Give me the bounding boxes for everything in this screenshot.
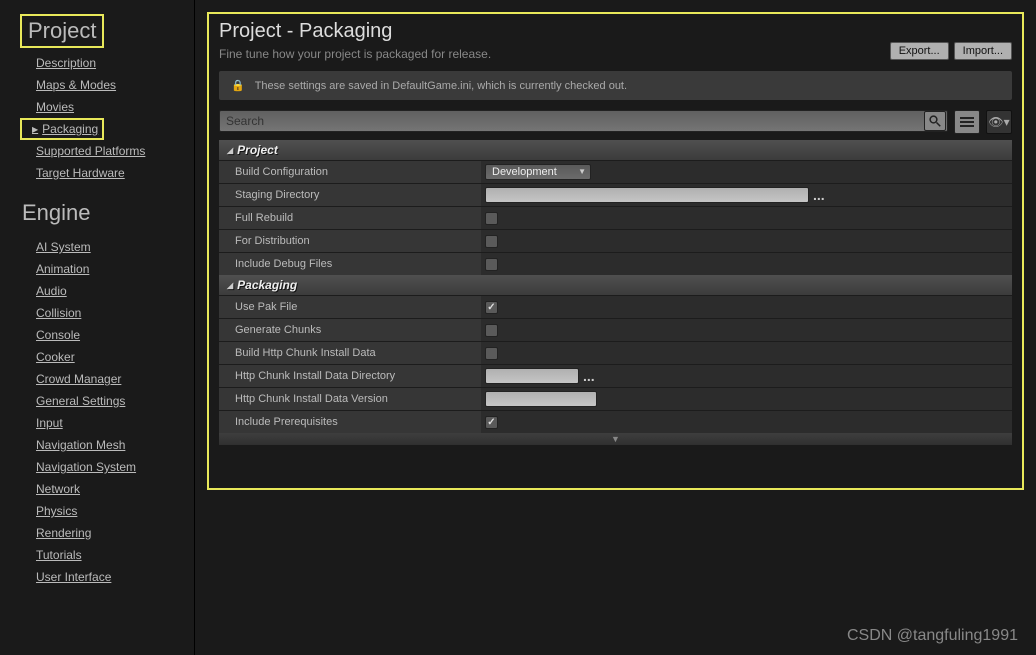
dropdown[interactable]: Development	[485, 164, 591, 180]
property-label: For Distribution	[219, 230, 481, 252]
sidebar-item-audio[interactable]: Audio	[20, 280, 194, 302]
property-value	[481, 230, 1012, 252]
checkbox[interactable]	[485, 212, 498, 225]
checkbox[interactable]	[485, 416, 498, 429]
text-input[interactable]	[485, 391, 597, 407]
sidebar-item-maps-modes[interactable]: Maps & Modes	[20, 74, 194, 96]
property-row: Include Debug Files	[219, 252, 1012, 275]
info-text: These settings are saved in DefaultGame.…	[255, 80, 627, 92]
sidebar-item-navigation-system[interactable]: Navigation System	[20, 456, 194, 478]
list-view-icon[interactable]	[954, 110, 980, 134]
sidebar: Project DescriptionMaps & ModesMoviesPack…	[0, 0, 195, 655]
property-value	[481, 253, 1012, 275]
property-row: For Distribution	[219, 229, 1012, 252]
sidebar-item-cooker[interactable]: Cooker	[20, 346, 194, 368]
property-value	[481, 296, 1012, 318]
property-row: Generate Chunks	[219, 318, 1012, 341]
page-title: Project - Packaging	[219, 20, 491, 43]
property-label: Staging Directory	[219, 184, 481, 206]
property-value	[481, 411, 1012, 433]
property-label: Http Chunk Install Data Version	[219, 388, 481, 410]
property-label: Generate Chunks	[219, 319, 481, 341]
property-row: Include Prerequisites	[219, 410, 1012, 433]
search-input[interactable]	[219, 110, 948, 132]
sidebar-item-ai-system[interactable]: AI System	[20, 236, 194, 258]
property-row: Staging Directory...	[219, 183, 1012, 206]
category-header: Project	[20, 14, 104, 48]
property-value: Development	[481, 161, 1012, 183]
property-value	[481, 388, 1012, 410]
sidebar-item-collision[interactable]: Collision	[20, 302, 194, 324]
main-area: Project - Packaging Fine tune how your p…	[195, 0, 1036, 655]
browse-button[interactable]: ...	[583, 371, 595, 381]
property-label: Include Prerequisites	[219, 411, 481, 433]
checkbox[interactable]	[485, 347, 498, 360]
sidebar-item-physics[interactable]: Physics	[20, 500, 194, 522]
property-label: Include Debug Files	[219, 253, 481, 275]
property-row: Full Rebuild	[219, 206, 1012, 229]
import-button[interactable]: Import...	[954, 42, 1012, 60]
property-value	[481, 319, 1012, 341]
sidebar-item-input[interactable]: Input	[20, 412, 194, 434]
property-row: Http Chunk Install Data Directory...	[219, 364, 1012, 387]
export-button[interactable]: Export...	[890, 42, 949, 60]
sidebar-item-movies[interactable]: Movies	[20, 96, 194, 118]
expand-section-icon[interactable]: ▼	[219, 433, 1012, 445]
sidebar-item-target-hardware[interactable]: Target Hardware	[20, 162, 194, 184]
section-header[interactable]: Packaging	[219, 275, 1012, 295]
sidebar-item-tutorials[interactable]: Tutorials	[20, 544, 194, 566]
sidebar-item-rendering[interactable]: Rendering	[20, 522, 194, 544]
sidebar-item-supported-platforms[interactable]: Supported Platforms	[20, 140, 194, 162]
property-row: Use Pak File	[219, 295, 1012, 318]
sidebar-item-navigation-mesh[interactable]: Navigation Mesh	[20, 434, 194, 456]
text-input[interactable]	[485, 187, 809, 203]
sidebar-item-network[interactable]: Network	[20, 478, 194, 500]
lock-icon: 🔒	[231, 79, 245, 92]
browse-button[interactable]: ...	[813, 190, 825, 200]
property-value	[481, 207, 1012, 229]
category-header: Engine	[20, 194, 194, 232]
sidebar-item-animation[interactable]: Animation	[20, 258, 194, 280]
checkbox[interactable]	[485, 301, 498, 314]
search-box	[219, 110, 948, 134]
property-label: Use Pak File	[219, 296, 481, 318]
settings-panel: Project - Packaging Fine tune how your p…	[207, 12, 1024, 490]
property-label: Full Rebuild	[219, 207, 481, 229]
sidebar-item-console[interactable]: Console	[20, 324, 194, 346]
property-label: Build Configuration	[219, 161, 481, 183]
sidebar-item-user-interface[interactable]: User Interface	[20, 566, 194, 588]
checkbox[interactable]	[485, 235, 498, 248]
checkbox[interactable]	[485, 324, 498, 337]
sidebar-item-crowd-manager[interactable]: Crowd Manager	[20, 368, 194, 390]
property-row: Build Http Chunk Install Data	[219, 341, 1012, 364]
watermark: CSDN @tangfuling1991	[847, 627, 1018, 645]
property-row: Build ConfigurationDevelopment	[219, 160, 1012, 183]
sidebar-item-packaging[interactable]: Packaging	[20, 118, 104, 140]
property-row: Http Chunk Install Data Version	[219, 387, 1012, 410]
text-input[interactable]	[485, 368, 579, 384]
page-subtitle: Fine tune how your project is packaged f…	[219, 47, 491, 61]
checkbox[interactable]	[485, 258, 498, 271]
property-label: Http Chunk Install Data Directory	[219, 365, 481, 387]
property-value	[481, 342, 1012, 364]
property-value: ...	[481, 184, 1012, 206]
property-value: ...	[481, 365, 1012, 387]
section-header[interactable]: Project	[219, 140, 1012, 160]
info-bar: 🔒 These settings are saved in DefaultGam…	[219, 71, 1012, 100]
search-icon[interactable]	[924, 111, 946, 131]
sidebar-item-description[interactable]: Description	[20, 52, 194, 74]
visibility-toggle-icon[interactable]: 👁▾	[986, 110, 1012, 134]
property-label: Build Http Chunk Install Data	[219, 342, 481, 364]
sidebar-item-general-settings[interactable]: General Settings	[20, 390, 194, 412]
